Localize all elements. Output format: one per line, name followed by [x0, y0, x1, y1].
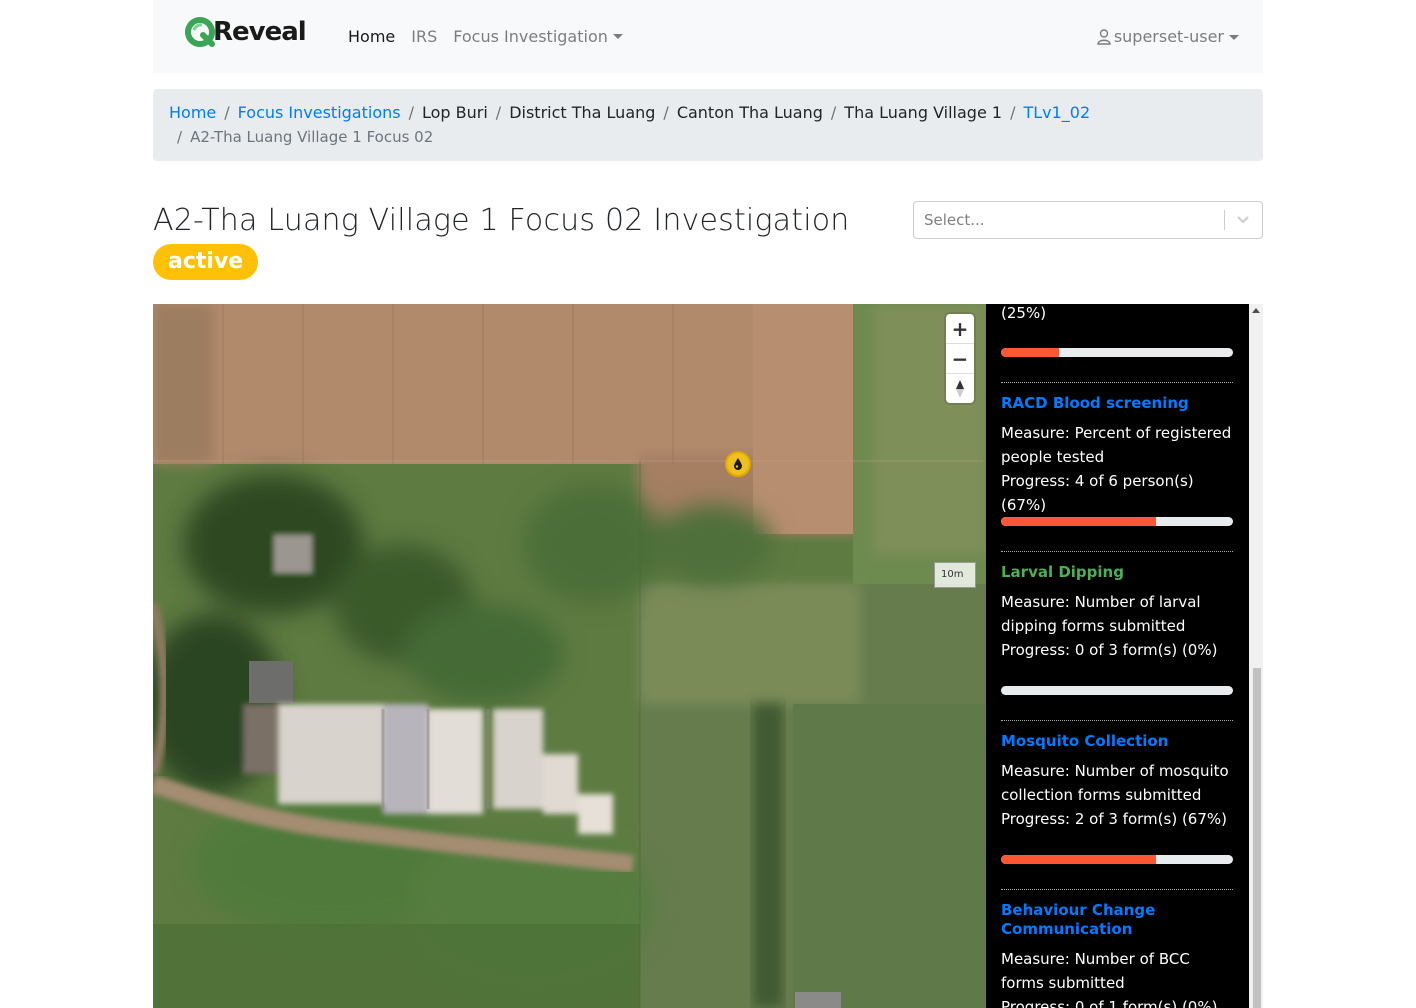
map-scale: 10m: [934, 562, 976, 588]
nav-focus-investigation[interactable]: Focus Investigation: [453, 26, 623, 48]
breadcrumb-province: Lop Buri: [421, 103, 488, 122]
breadcrumb-separator: /: [408, 103, 414, 122]
breadcrumb-current: A2-Tha Luang Village 1 Focus 02: [190, 128, 434, 146]
task-divider: [1001, 551, 1233, 552]
progress-panel[interactable]: (25%) RACD Blood screening Measure: Perc…: [986, 304, 1249, 1008]
task-title-racd[interactable]: RACD Blood screening: [1001, 394, 1233, 413]
task-progress-fragment: (25%): [1001, 304, 1047, 322]
task-divider: [1001, 889, 1233, 890]
progress-fill: [1001, 348, 1059, 357]
nav-irs[interactable]: IRS: [411, 26, 437, 48]
page-title: A2-Tha Luang Village 1 Focus 02 Investig…: [153, 203, 850, 238]
task-measure: Measure: Number of mosquito collection f…: [1001, 762, 1229, 804]
username: superset-user: [1113, 27, 1224, 46]
zoom-in-button[interactable]: +: [946, 314, 974, 344]
main-nav: Home IRS Focus Investigation: [348, 26, 639, 48]
reveal-logo-icon: [185, 17, 215, 47]
breadcrumb-village: Tha Luang Village 1: [844, 103, 1003, 122]
brand-name: Reveal: [213, 17, 307, 47]
progress-bar: [1001, 517, 1233, 526]
panel-scrollbar[interactable]: [1249, 304, 1263, 1008]
breadcrumb-separator: /: [177, 128, 183, 146]
user-menu[interactable]: superset-user: [1097, 26, 1239, 48]
task-progress-text: Progress: 0 of 1 form(s) (0%): [1001, 998, 1218, 1008]
chevron-down-icon[interactable]: [1236, 214, 1250, 226]
breadcrumb-canton: Canton Tha Luang: [676, 103, 823, 122]
map[interactable]: + − 10m: [153, 304, 986, 1008]
user-icon: [1097, 29, 1111, 45]
select-placeholder: Select...: [924, 211, 985, 229]
breadcrumb-focus-area[interactable]: TLv1_02: [1023, 101, 1090, 125]
reset-bearing-button[interactable]: [946, 374, 974, 403]
caret-down-icon: [612, 34, 623, 39]
select-separator: [1224, 210, 1225, 230]
breadcrumb-separator: /: [663, 103, 669, 122]
task-measure: Measure: Number of larval dipping forms …: [1001, 593, 1201, 635]
nav-focus-investigation-label: Focus Investigation: [453, 27, 608, 46]
task-divider: [1001, 382, 1233, 383]
task-measure: Measure: Number of BCC forms submitted: [1001, 950, 1190, 992]
progress-bar: [1001, 855, 1233, 864]
caret-down-icon: [1229, 34, 1239, 40]
compass-icon: [956, 379, 964, 398]
task-divider: [1001, 720, 1233, 721]
task-progress-text: Progress: 4 of 6 person(s) (67%): [1001, 472, 1194, 514]
satellite-imagery[interactable]: [153, 304, 986, 1008]
progress-fill: [1001, 855, 1157, 864]
map-marker[interactable]: [725, 451, 751, 477]
breadcrumb-separator: /: [495, 103, 502, 122]
zoom-out-button[interactable]: −: [946, 344, 974, 374]
breadcrumb-home[interactable]: Home: [169, 101, 216, 125]
task-progress-text: Progress: 2 of 3 form(s) (67%): [1001, 810, 1227, 828]
navbar: Reveal Home IRS Focus Investigation supe…: [153, 0, 1263, 73]
progress-bar: [1001, 348, 1233, 357]
breadcrumb: Home / Focus Investigations / Lop Buri /…: [153, 89, 1263, 161]
zoom-control: + −: [946, 314, 974, 403]
breadcrumb-district: District Tha Luang: [509, 103, 656, 122]
progress-bar: [1001, 686, 1233, 695]
progress-fill: [1001, 517, 1157, 526]
scroll-thumb[interactable]: [1253, 668, 1261, 1008]
status-badge: active: [153, 244, 259, 280]
task-title-mosquito-collection[interactable]: Mosquito Collection: [1001, 732, 1233, 751]
task-title-larval-dipping[interactable]: Larval Dipping: [1001, 563, 1233, 582]
task-progress-text: Progress: 0 of 3 form(s) (0%): [1001, 641, 1218, 659]
breadcrumb-separator: /: [1010, 103, 1016, 122]
breadcrumb-separator: /: [224, 103, 230, 122]
task-title-bcc[interactable]: Behaviour Change Communication: [1001, 901, 1233, 939]
task-measure: Measure: Percent of registered people te…: [1001, 424, 1232, 466]
reveal-logo[interactable]: Reveal: [185, 16, 307, 48]
scroll-up-icon[interactable]: [1252, 308, 1260, 313]
droplet-icon: [734, 458, 742, 470]
breadcrumb-focus-investigations[interactable]: Focus Investigations: [238, 101, 401, 125]
breadcrumb-separator: /: [830, 103, 837, 122]
nav-home[interactable]: Home: [348, 26, 395, 48]
plan-select[interactable]: Select...: [913, 201, 1263, 239]
